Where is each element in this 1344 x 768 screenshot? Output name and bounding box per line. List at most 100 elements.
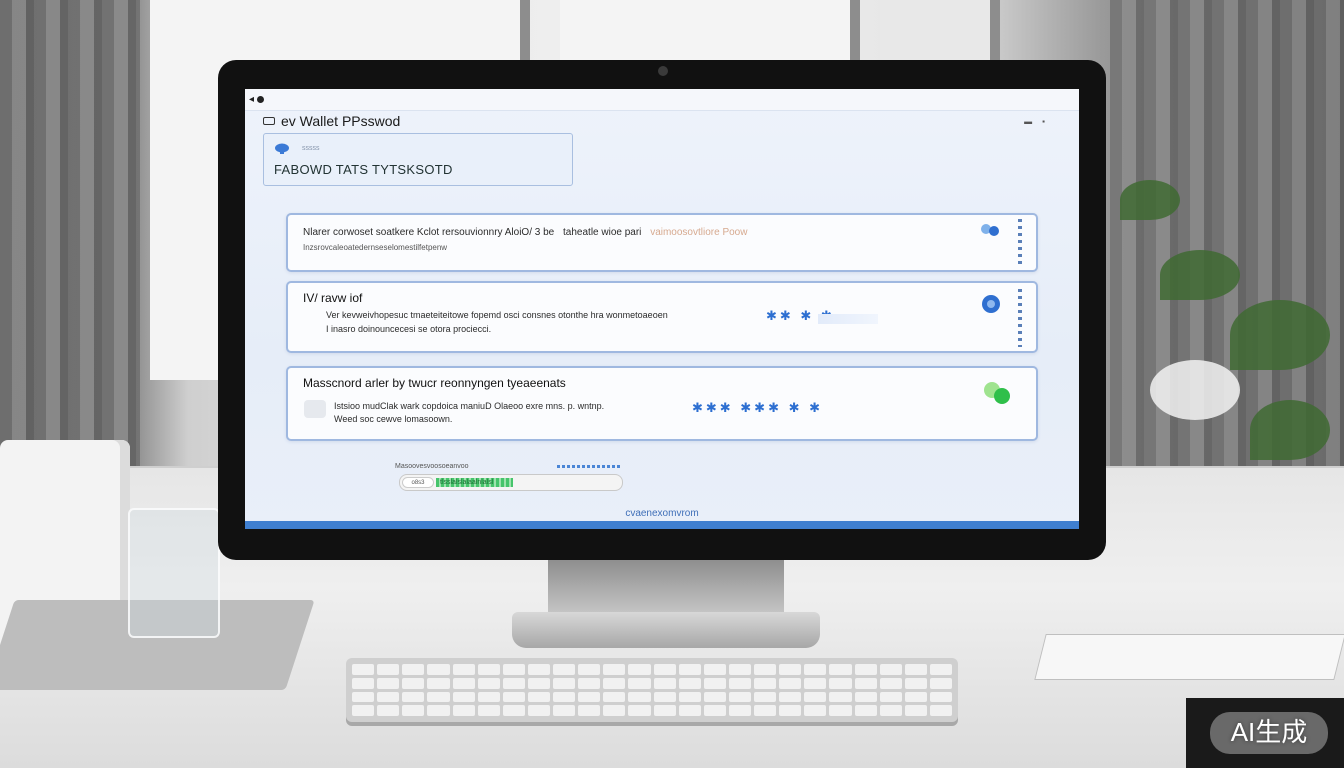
keyboard-key[interactable] — [427, 691, 450, 703]
keyboard-key[interactable] — [653, 691, 676, 703]
keyboard-key[interactable] — [603, 664, 626, 675]
keyboard-key[interactable] — [352, 664, 375, 675]
keyboard-key[interactable] — [377, 664, 400, 675]
keyboard-key[interactable] — [578, 705, 601, 716]
keyboard-key[interactable] — [829, 705, 852, 716]
keyboard-key[interactable] — [779, 691, 802, 703]
keyboard-key[interactable] — [653, 705, 676, 716]
keyboard-key[interactable] — [402, 691, 425, 703]
keyboard-key[interactable] — [352, 705, 375, 716]
back-button[interactable]: ◂ — [249, 94, 265, 105]
keyboard-key[interactable] — [929, 705, 952, 716]
gear-icon[interactable] — [978, 291, 1004, 317]
keyboard-key[interactable] — [703, 705, 726, 716]
keyboard-key[interactable] — [728, 677, 751, 689]
keyboard-key[interactable] — [678, 691, 701, 703]
keyboard-key[interactable] — [678, 677, 701, 689]
keyboard-key[interactable] — [553, 664, 576, 675]
keyboard-key[interactable] — [703, 664, 726, 675]
info-card-3[interactable]: Masscnord arler by twucr reonnyngen tyea… — [286, 366, 1038, 441]
keyboard-key[interactable] — [377, 705, 400, 716]
keyboard-key[interactable] — [929, 664, 952, 675]
keyboard-key[interactable] — [804, 691, 827, 703]
keyboard-key[interactable] — [553, 691, 576, 703]
keyboard-key[interactable] — [628, 677, 651, 689]
keyboard-key[interactable] — [352, 677, 375, 689]
keyboard-key[interactable] — [804, 664, 827, 675]
keyboard-key[interactable] — [929, 691, 952, 703]
keyboard-key[interactable] — [477, 691, 500, 703]
keyboard-key[interactable] — [603, 677, 626, 689]
keyboard-key[interactable] — [879, 664, 902, 675]
keyboard-key[interactable] — [452, 705, 475, 716]
keyboard-key[interactable] — [703, 677, 726, 689]
keyboard-key[interactable] — [804, 705, 827, 716]
keyboard-key[interactable] — [929, 677, 952, 689]
footer-link[interactable]: cvaenexomvrom — [245, 508, 1079, 519]
keyboard-key[interactable] — [779, 677, 802, 689]
keyboard-key[interactable] — [377, 677, 400, 689]
keyboard-key[interactable] — [678, 664, 701, 675]
keyboard-key[interactable] — [854, 705, 877, 716]
keyboard-key[interactable] — [553, 705, 576, 716]
keyboard-key[interactable] — [904, 664, 927, 675]
keyboard-key[interactable] — [804, 677, 827, 689]
minimize-icon[interactable]: ▬ — [1024, 117, 1032, 126]
shield-check-icon[interactable] — [980, 376, 1014, 410]
keyboard-key[interactable] — [904, 677, 927, 689]
keyboard-key[interactable] — [527, 677, 550, 689]
keyboard-key[interactable] — [502, 691, 525, 703]
keyboard-key[interactable] — [628, 664, 651, 675]
info-card-2[interactable]: IV/ ravw iof Ver kevweivhopesuc tmaeteit… — [286, 281, 1038, 353]
keyboard-key[interactable] — [628, 705, 651, 716]
keyboard-key[interactable] — [603, 691, 626, 703]
keyboard-key[interactable] — [653, 664, 676, 675]
keyboard-key[interactable] — [754, 705, 777, 716]
keyboard-key[interactable] — [754, 677, 777, 689]
keyboard-key[interactable] — [527, 705, 550, 716]
keyboard-key[interactable] — [578, 677, 601, 689]
keyboard-key[interactable] — [352, 691, 375, 703]
keyboard-key[interactable] — [477, 677, 500, 689]
keyboard-key[interactable] — [377, 691, 400, 703]
keyboard-key[interactable] — [402, 677, 425, 689]
keyboard-key[interactable] — [502, 664, 525, 675]
keyboard-key[interactable] — [452, 664, 475, 675]
keyboard-key[interactable] — [829, 677, 852, 689]
strength-meter[interactable]: o8s3 tlsslalslalaalnlalsl — [399, 474, 623, 491]
keyboard-key[interactable] — [879, 705, 902, 716]
keyboard-key[interactable] — [502, 677, 525, 689]
scroll-indicator[interactable] — [1018, 219, 1022, 267]
keyboard-key[interactable] — [578, 664, 601, 675]
keyboard-key[interactable] — [879, 677, 902, 689]
keyboard-key[interactable] — [427, 677, 450, 689]
keyboard-key[interactable] — [904, 705, 927, 716]
keyboard-key[interactable] — [854, 677, 877, 689]
keyboard-key[interactable] — [427, 705, 450, 716]
keyboard-key[interactable] — [904, 691, 927, 703]
keyboard-key[interactable] — [779, 664, 802, 675]
keyboard-key[interactable] — [779, 705, 802, 716]
keyboard-key[interactable] — [402, 664, 425, 675]
info-card-1[interactable]: Nlarer corwoset soatkere Kclot rersouvio… — [286, 213, 1038, 272]
keyboard-key[interactable] — [728, 691, 751, 703]
keyboard-key[interactable] — [829, 664, 852, 675]
scroll-indicator[interactable] — [1018, 289, 1022, 347]
keyboard-key[interactable] — [553, 677, 576, 689]
keyboard-key[interactable] — [879, 691, 902, 703]
keyboard-key[interactable] — [754, 664, 777, 675]
keyboard-key[interactable] — [829, 691, 852, 703]
keyboard-key[interactable] — [703, 691, 726, 703]
close-icon[interactable]: ▪ — [1042, 117, 1045, 126]
keyboard-key[interactable] — [527, 664, 550, 675]
keyboard[interactable] — [346, 658, 958, 722]
keyboard-key[interactable] — [477, 664, 500, 675]
keyboard-key[interactable] — [477, 705, 500, 716]
keyboard-key[interactable] — [854, 691, 877, 703]
keyboard-key[interactable] — [427, 664, 450, 675]
keyboard-key[interactable] — [578, 691, 601, 703]
keyboard-key[interactable] — [728, 705, 751, 716]
keyboard-key[interactable] — [854, 664, 877, 675]
keyboard-key[interactable] — [452, 691, 475, 703]
keyboard-key[interactable] — [754, 691, 777, 703]
